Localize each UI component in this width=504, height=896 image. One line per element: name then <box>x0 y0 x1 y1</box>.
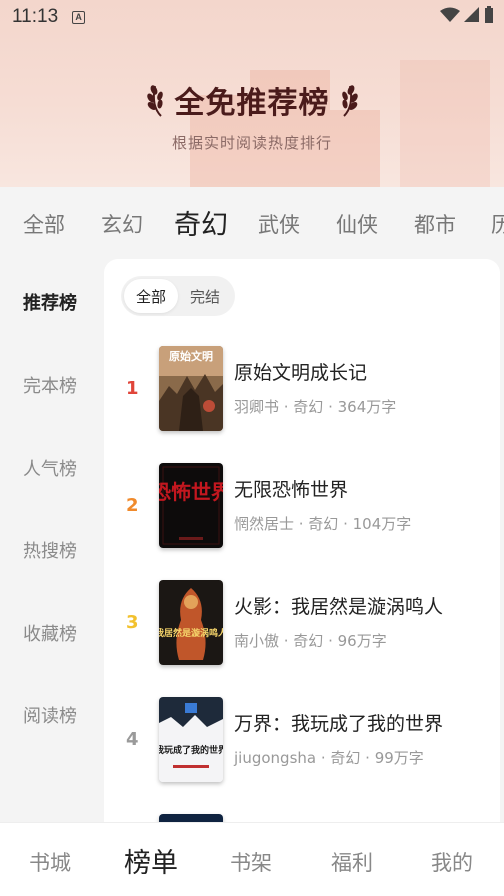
filter-all-button[interactable]: 全部 <box>124 279 178 313</box>
battery-icon <box>485 6 493 23</box>
book-item[interactable]: 1 原始文明 原始文明成长记 羽卿书 · 奇幻 · 364万字 <box>104 346 500 442</box>
laurel-right-icon <box>341 85 358 117</box>
book-meta: jiugongsha · 奇幻 · 99万字 <box>234 749 424 767</box>
book-meta: 羽卿书 · 奇幻 · 364万字 <box>234 398 397 416</box>
nav-rankings[interactable]: 榜单 <box>124 841 178 880</box>
book-title: 原始文明成长记 <box>234 362 368 384</box>
book-item[interactable]: 4 我玩成了我的世界 万界：我玩成了我的世界 jiugongsha · 奇幻 ·… <box>104 697 500 793</box>
tab-all[interactable]: 全部 <box>23 209 65 239</box>
book-title: 无限恐怖世界 <box>234 479 349 501</box>
laurel-left-icon <box>146 85 163 117</box>
tab-history[interactable]: 历 <box>491 209 504 239</box>
nav-bookshelf[interactable]: 书架 <box>230 847 272 877</box>
rank-number: 1 <box>126 378 139 399</box>
cover-title: 我玩成了我的世界 <box>159 744 223 756</box>
tab-dushi[interactable]: 都市 <box>414 209 456 239</box>
side-item-reading[interactable]: 阅读榜 <box>23 702 77 728</box>
ranking-list-panel: 全部 完结 1 原始文明 原始文明成长记 羽卿书 · 奇幻 · 364万字 2 … <box>104 259 500 829</box>
tab-wuxia[interactable]: 武侠 <box>258 209 300 239</box>
book-cover[interactable]: 原始文明 <box>159 346 223 431</box>
cover-title: 我居然是漩涡鸣人 <box>159 627 223 639</box>
page-subtitle: 根据实时阅读热度排行 <box>171 134 332 152</box>
side-item-completed[interactable]: 完本榜 <box>23 372 77 398</box>
cover-title: 原始文明 <box>169 349 213 363</box>
rank-number: 4 <box>126 729 139 750</box>
rank-number: 2 <box>126 495 139 516</box>
status-filter: 全部 完结 <box>121 276 235 316</box>
side-item-popular[interactable]: 人气榜 <box>23 455 77 481</box>
book-cover[interactable]: 恐怖世界 <box>159 463 223 548</box>
bottom-nav: 书城 榜单 书架 福利 我的 <box>0 822 504 896</box>
nav-profile[interactable]: 我的 <box>431 847 473 877</box>
book-title: 万界：我玩成了我的世界 <box>234 713 444 735</box>
nav-bookstore[interactable]: 书城 <box>29 847 71 877</box>
book-title: 火影：我居然是漩涡鸣人 <box>234 596 444 618</box>
book-item[interactable]: 3 我居然是漩涡鸣人 火影：我居然是漩涡鸣人 南小傲 · 奇幻 · 96万字 <box>104 580 500 676</box>
side-item-favorites[interactable]: 收藏榜 <box>23 620 77 646</box>
status-time: 11:13 <box>12 6 59 27</box>
side-item-hot-search[interactable]: 热搜榜 <box>23 537 77 563</box>
side-item-recommend[interactable]: 推荐榜 <box>23 289 77 315</box>
status-bar: 11:13 A <box>0 0 504 34</box>
book-item[interactable]: 2 恐怖世界 无限恐怖世界 惘然居士 · 奇幻 · 104万字 <box>104 463 500 559</box>
book-cover[interactable]: 我居然是漩涡鸣人 <box>159 580 223 665</box>
a-letter-icon: A <box>72 10 86 24</box>
tab-xuanhuan[interactable]: 玄幻 <box>101 209 143 239</box>
tab-xianxia[interactable]: 仙侠 <box>336 209 378 239</box>
category-tabs: 全部 玄幻 奇幻 武侠 仙侠 都市 历 <box>0 187 504 259</box>
wifi-icon <box>440 7 460 22</box>
book-meta: 南小傲 · 奇幻 · 96万字 <box>234 632 387 650</box>
filter-finished-button[interactable]: 完结 <box>178 279 232 313</box>
tab-qihuan[interactable]: 奇幻 <box>174 203 228 242</box>
nav-rewards[interactable]: 福利 <box>331 847 373 877</box>
book-cover[interactable]: 我玩成了我的世界 <box>159 697 223 782</box>
rank-number: 3 <box>126 612 139 633</box>
book-meta: 惘然居士 · 奇幻 · 104万字 <box>234 515 412 533</box>
page-title: 全免推荐榜 <box>174 86 330 121</box>
cover-title: 恐怖世界 <box>159 480 223 504</box>
signal-icon <box>464 7 479 22</box>
header-banner: 11:13 A 全免推荐榜 根据实时阅读热度排行 <box>0 0 504 187</box>
